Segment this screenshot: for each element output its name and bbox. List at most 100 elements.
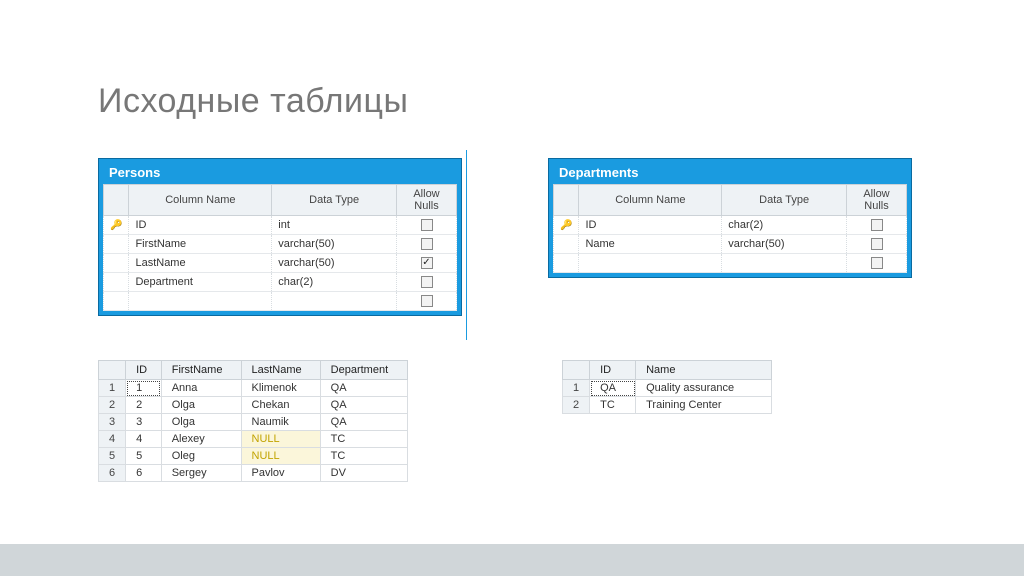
- data-cell[interactable]: Oleg: [161, 448, 241, 465]
- rownum-cell[interactable]: 2: [563, 397, 590, 414]
- departments-data-grid[interactable]: IDName1QAQuality assurance2TCTraining Ce…: [562, 360, 772, 414]
- allownulls-cell[interactable]: [847, 254, 907, 273]
- colname-cell[interactable]: ID: [129, 216, 272, 235]
- allownulls-cell[interactable]: [397, 254, 457, 273]
- schema-row[interactable]: Namevarchar(50): [554, 235, 907, 254]
- persons-schema-title: Persons: [103, 163, 457, 184]
- data-cell[interactable]: Sergey: [161, 465, 241, 482]
- rownum-cell[interactable]: 4: [99, 431, 126, 448]
- checkbox-icon[interactable]: [871, 219, 883, 231]
- datatype-cell[interactable]: varchar(50): [722, 235, 847, 254]
- schema-row[interactable]: Departmentchar(2): [104, 273, 457, 292]
- allownulls-cell[interactable]: [397, 216, 457, 235]
- data-cell[interactable]: 2: [126, 397, 162, 414]
- grid-header[interactable]: FirstName: [161, 361, 241, 380]
- schema-row[interactable]: LastNamevarchar(50): [104, 254, 457, 273]
- checkbox-icon[interactable]: [871, 257, 883, 269]
- data-cell[interactable]: TC: [320, 448, 407, 465]
- allownulls-cell[interactable]: [397, 273, 457, 292]
- colname-cell[interactable]: LastName: [129, 254, 272, 273]
- data-cell[interactable]: Quality assurance: [636, 380, 772, 397]
- bottom-grey-bar: [0, 544, 1024, 576]
- datatype-cell[interactable]: char(2): [722, 216, 847, 235]
- persons-data-grid[interactable]: IDFirstNameLastNameDepartment11AnnaKlime…: [98, 360, 408, 482]
- datatype-cell[interactable]: char(2): [272, 273, 397, 292]
- allownulls-cell[interactable]: [397, 292, 457, 311]
- data-cell[interactable]: QA: [320, 414, 407, 431]
- data-cell[interactable]: Olga: [161, 397, 241, 414]
- table-row[interactable]: 1QAQuality assurance: [563, 380, 772, 397]
- rownum-cell[interactable]: 1: [99, 380, 126, 397]
- rownum-cell[interactable]: 3: [99, 414, 126, 431]
- persons-schema-table: Column Name Data Type Allow Nulls 🔑IDint…: [103, 184, 457, 311]
- data-cell[interactable]: Olga: [161, 414, 241, 431]
- table-row[interactable]: 2TCTraining Center: [563, 397, 772, 414]
- data-cell[interactable]: QA: [320, 380, 407, 397]
- datatype-header: Data Type: [722, 185, 847, 216]
- table-row[interactable]: 11AnnaKlimenokQA: [99, 380, 408, 397]
- data-cell[interactable]: Klimenok: [241, 380, 320, 397]
- data-cell[interactable]: 6: [126, 465, 162, 482]
- table-row[interactable]: 22OlgaChekanQA: [99, 397, 408, 414]
- table-row[interactable]: 33OlgaNaumikQA: [99, 414, 408, 431]
- data-cell[interactable]: 4: [126, 431, 162, 448]
- colname-cell[interactable]: Department: [129, 273, 272, 292]
- datatype-cell[interactable]: varchar(50): [272, 254, 397, 273]
- data-cell[interactable]: TC: [320, 431, 407, 448]
- slide-title: Исходные таблицы: [98, 82, 408, 121]
- table-row[interactable]: 66SergeyPavlovDV: [99, 465, 408, 482]
- checkbox-icon[interactable]: [421, 257, 433, 269]
- grid-header[interactable]: ID: [590, 361, 636, 380]
- data-cell[interactable]: QA: [320, 397, 407, 414]
- grid-header[interactable]: Name: [636, 361, 772, 380]
- data-cell[interactable]: Chekan: [241, 397, 320, 414]
- data-cell[interactable]: 3: [126, 414, 162, 431]
- table-row[interactable]: 55OlegNULLTC: [99, 448, 408, 465]
- colname-cell[interactable]: Name: [579, 235, 722, 254]
- allownulls-cell[interactable]: [847, 216, 907, 235]
- allownulls-cell[interactable]: [397, 235, 457, 254]
- datatype-cell[interactable]: [722, 254, 847, 273]
- table-row[interactable]: 44AlexeyNULLTC: [99, 431, 408, 448]
- data-cell[interactable]: Alexey: [161, 431, 241, 448]
- checkbox-icon[interactable]: [871, 238, 883, 250]
- departments-schema-panel: Departments Column Name Data Type Allow …: [548, 158, 912, 278]
- schema-row[interactable]: 🔑IDchar(2): [554, 216, 907, 235]
- schema-row[interactable]: 🔑IDint: [104, 216, 457, 235]
- data-cell[interactable]: TC: [590, 397, 636, 414]
- checkbox-icon[interactable]: [421, 219, 433, 231]
- grid-header[interactable]: LastName: [241, 361, 320, 380]
- data-cell[interactable]: NULL: [241, 431, 320, 448]
- data-cell[interactable]: Anna: [161, 380, 241, 397]
- schema-row[interactable]: [104, 292, 457, 311]
- datatype-cell[interactable]: varchar(50): [272, 235, 397, 254]
- data-cell[interactable]: NULL: [241, 448, 320, 465]
- checkbox-icon[interactable]: [421, 295, 433, 307]
- schema-row[interactable]: FirstNamevarchar(50): [104, 235, 457, 254]
- data-cell[interactable]: Naumik: [241, 414, 320, 431]
- colname-cell[interactable]: FirstName: [129, 235, 272, 254]
- colname-cell[interactable]: [579, 254, 722, 273]
- rownum-cell[interactable]: 1: [563, 380, 590, 397]
- grid-header[interactable]: ID: [126, 361, 162, 380]
- data-cell[interactable]: QA: [590, 380, 636, 397]
- datatype-cell[interactable]: int: [272, 216, 397, 235]
- rownum-cell[interactable]: 6: [99, 465, 126, 482]
- rownum-cell[interactable]: 5: [99, 448, 126, 465]
- data-cell[interactable]: DV: [320, 465, 407, 482]
- data-cell[interactable]: 5: [126, 448, 162, 465]
- colname-cell[interactable]: ID: [579, 216, 722, 235]
- data-cell[interactable]: 1: [126, 380, 162, 397]
- data-cell[interactable]: Pavlov: [241, 465, 320, 482]
- colname-cell[interactable]: [129, 292, 272, 311]
- allownulls-cell[interactable]: [847, 235, 907, 254]
- rownum-cell[interactable]: 2: [99, 397, 126, 414]
- vertical-divider: [466, 150, 467, 340]
- rownum-header: [99, 361, 126, 380]
- checkbox-icon[interactable]: [421, 276, 433, 288]
- grid-header[interactable]: Department: [320, 361, 407, 380]
- schema-row[interactable]: [554, 254, 907, 273]
- datatype-cell[interactable]: [272, 292, 397, 311]
- data-cell[interactable]: Training Center: [636, 397, 772, 414]
- checkbox-icon[interactable]: [421, 238, 433, 250]
